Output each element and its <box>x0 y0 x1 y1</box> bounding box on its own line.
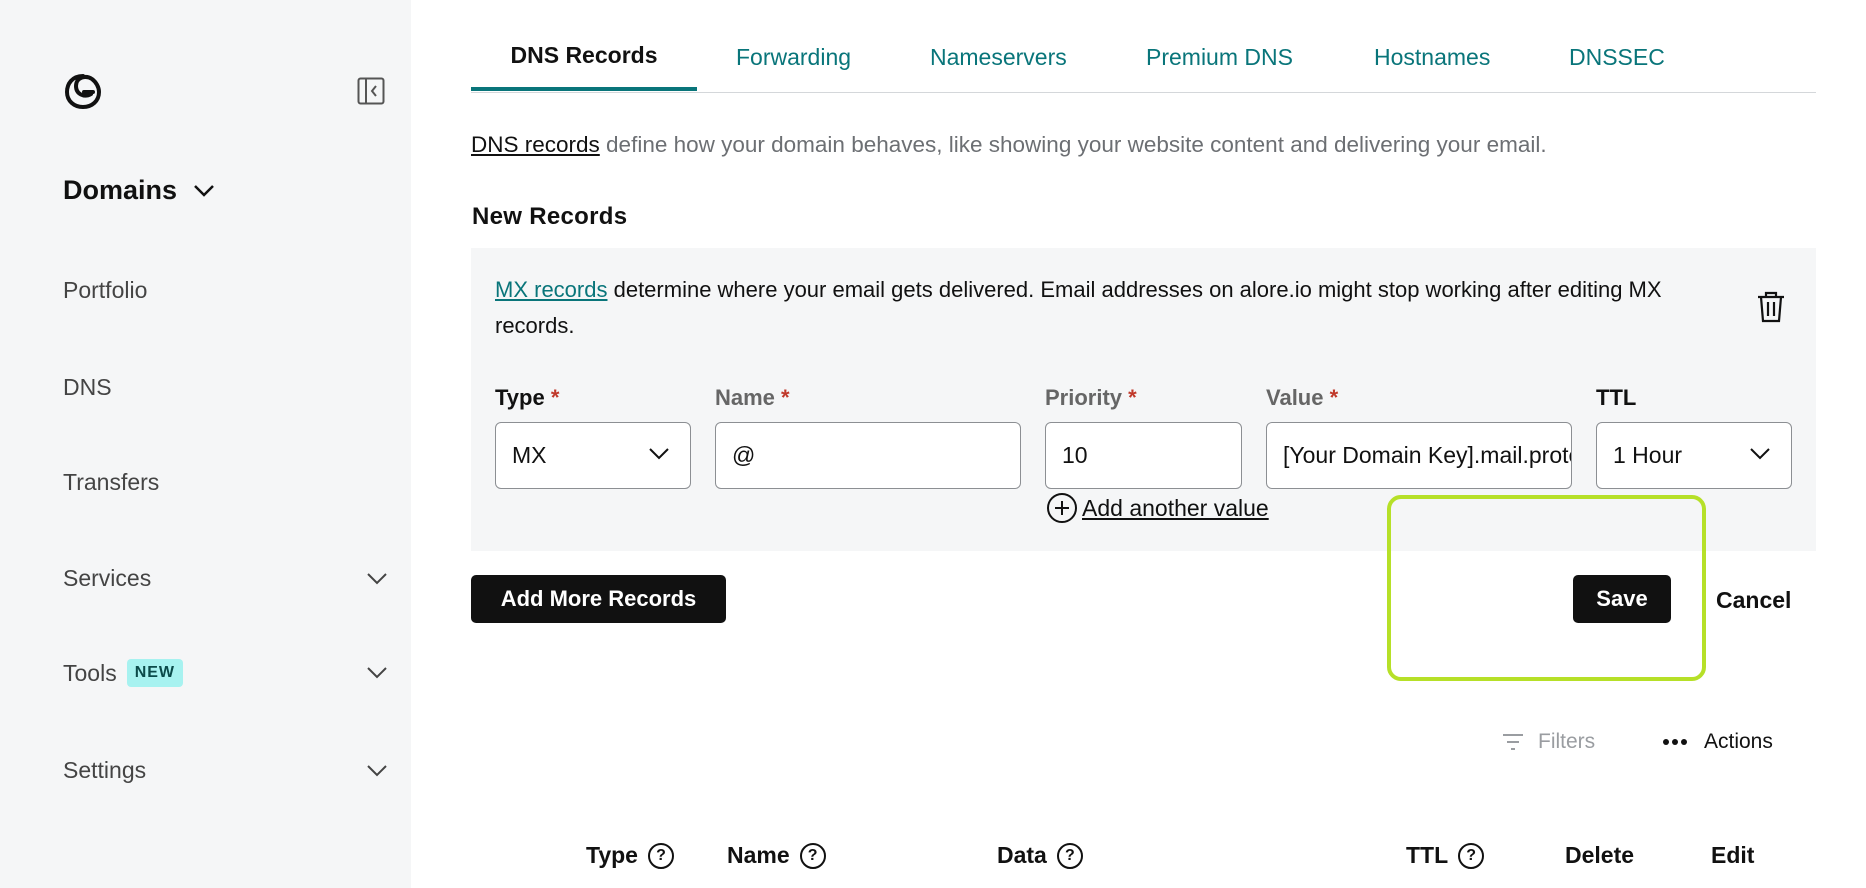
type-select[interactable]: MX <box>495 422 691 489</box>
chevron-down-icon <box>367 764 387 776</box>
mx-info-text: MX records determine where your email ge… <box>495 272 1745 344</box>
ttl-label: TTL <box>1596 385 1637 410</box>
domains-menu[interactable]: Domains <box>63 175 215 206</box>
mx-records-link[interactable]: MX records <box>495 277 607 302</box>
sidebar-item-portfolio[interactable]: Portfolio <box>63 277 147 304</box>
cancel-button[interactable]: Cancel <box>1716 587 1791 614</box>
tab-dnssec[interactable]: DNSSEC <box>1569 36 1665 91</box>
tab-bar: DNS Records Forwarding Nameservers Premi… <box>471 36 1816 93</box>
name-input-value: @ <box>732 442 756 468</box>
ttl-select-value: 1 Hour <box>1613 442 1683 468</box>
filters-label: Filters <box>1538 730 1596 753</box>
help-icon[interactable]: ? <box>799 842 826 869</box>
godaddy-logo-icon[interactable] <box>62 70 104 112</box>
tab-premium-dns[interactable]: Premium DNS <box>1146 36 1293 91</box>
add-more-records-button[interactable]: Add More Records <box>471 575 726 623</box>
more-icon <box>1663 739 1687 745</box>
plus-circle-icon <box>1047 493 1077 523</box>
new-records-title: New Records <box>472 203 628 230</box>
actions-label: Actions <box>1704 730 1773 753</box>
sidebar-item-transfers[interactable]: Transfers <box>63 469 159 496</box>
type-label: Type * <box>495 385 560 410</box>
tab-nameservers[interactable]: Nameservers <box>930 36 1067 91</box>
sidebar-item-tools[interactable]: Tools NEW <box>63 659 388 687</box>
dns-intro-text: DNS records define how your domain behav… <box>471 132 1547 158</box>
chevron-down-icon <box>1750 448 1770 460</box>
chevron-down-icon <box>194 184 214 197</box>
type-select-value: MX <box>512 442 547 468</box>
help-icon[interactable]: ? <box>1458 842 1485 869</box>
add-another-value-label: Add another value <box>1082 494 1269 521</box>
column-header-edit: Edit <box>1711 842 1755 868</box>
ttl-select[interactable]: 1 Hour <box>1596 422 1792 489</box>
new-badge: NEW <box>126 659 184 687</box>
sidebar-item-services[interactable]: Services <box>63 565 388 592</box>
priority-input[interactable]: 10 <box>1045 422 1242 489</box>
chevron-down-icon <box>367 667 387 679</box>
trash-icon[interactable] <box>1755 290 1787 324</box>
domains-title: Domains <box>63 175 178 205</box>
add-another-value-link[interactable]: Add another value <box>1046 492 1269 524</box>
column-header-name: Name? <box>727 842 826 869</box>
sidebar-item-dns[interactable]: DNS <box>63 374 112 401</box>
tab-dns-records[interactable]: DNS Records <box>471 36 697 91</box>
name-input[interactable]: @ <box>715 422 1021 489</box>
value-label: Value * <box>1266 385 1339 410</box>
sidebar: Domains Portfolio DNS Transfers Services… <box>0 0 411 888</box>
actions-button[interactable]: Actions <box>1662 730 1773 754</box>
sidebar-item-label: Tools <box>63 659 117 686</box>
sidebar-item-settings[interactable]: Settings <box>63 757 388 784</box>
chevron-down-icon <box>649 448 669 460</box>
column-header-type: Type? <box>586 842 674 869</box>
sidebar-item-label: Settings <box>63 757 147 783</box>
name-label: Name * <box>715 385 790 410</box>
dns-records-link[interactable]: DNS records <box>471 132 600 157</box>
column-header-ttl: TTL? <box>1406 842 1485 869</box>
save-button[interactable]: Save <box>1573 575 1671 623</box>
chevron-down-icon <box>367 572 387 584</box>
value-input-value: [Your Domain Key].mail.protection.outloo… <box>1283 442 1571 468</box>
collapse-sidebar-icon[interactable] <box>357 77 385 105</box>
column-header-data: Data? <box>997 842 1083 869</box>
help-icon[interactable]: ? <box>1056 842 1083 869</box>
column-header-delete: Delete <box>1565 842 1635 868</box>
sidebar-item-label: Services <box>63 565 152 591</box>
help-icon[interactable]: ? <box>647 842 674 869</box>
value-input[interactable]: [Your Domain Key].mail.protection.outloo… <box>1266 422 1572 489</box>
filters-button[interactable]: Filters <box>1502 730 1595 754</box>
mx-info-description: determine where your email gets delivere… <box>495 277 1662 338</box>
tab-forwarding[interactable]: Forwarding <box>736 36 851 91</box>
priority-label: Priority * <box>1045 385 1137 410</box>
filter-icon <box>1503 734 1523 750</box>
intro-description: define how your domain behaves, like sho… <box>599 132 1547 157</box>
tab-hostnames[interactable]: Hostnames <box>1374 36 1490 91</box>
priority-input-value: 10 <box>1062 442 1088 468</box>
